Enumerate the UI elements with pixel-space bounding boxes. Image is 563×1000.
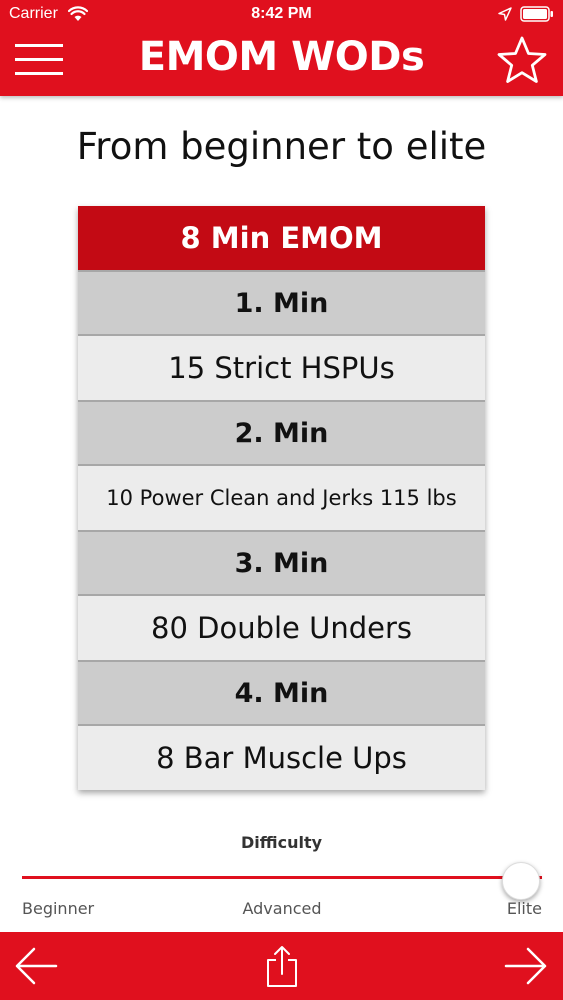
exercise-row: 15 Strict HSPUs xyxy=(78,334,485,400)
star-icon[interactable] xyxy=(496,35,548,87)
bottom-toolbar xyxy=(0,932,563,1000)
slider-track[interactable] xyxy=(22,876,542,879)
workout-title: 8 Min EMOM xyxy=(78,206,485,270)
arrow-left-icon[interactable] xyxy=(14,946,58,986)
slider-thumb[interactable] xyxy=(502,862,541,900)
level-label-beginner: Beginner xyxy=(22,899,95,918)
workout-card: 8 Min EMOM 1. Min 15 Strict HSPUs 2. Min… xyxy=(78,206,485,790)
exercise-row: 10 Power Clean and Jerks 115 lbs xyxy=(78,464,485,530)
location-arrow-icon xyxy=(498,7,512,21)
minute-row: 4. Min xyxy=(78,660,485,724)
app-screen: Carrier 8:42 PM EMOM WODs From beginner … xyxy=(0,0,563,1000)
level-label-elite: Elite xyxy=(506,899,542,918)
status-bar: Carrier 8:42 PM xyxy=(0,0,563,30)
difficulty-label: Difficulty xyxy=(240,833,323,852)
arrow-right-icon[interactable] xyxy=(504,946,548,986)
exercise-row: 8 Bar Muscle Ups xyxy=(78,724,485,790)
top-navigation-bar: Carrier 8:42 PM EMOM WODs xyxy=(0,0,563,96)
level-label-advanced: Advanced xyxy=(242,899,322,918)
minute-row: 3. Min xyxy=(78,530,485,594)
page-subtitle: From beginner to elite xyxy=(76,125,487,168)
minute-row: 1. Min xyxy=(78,270,485,334)
difficulty-slider[interactable] xyxy=(22,862,542,900)
battery-icon xyxy=(520,6,553,22)
minute-row: 2. Min xyxy=(78,400,485,464)
app-title: EMOM WODs xyxy=(138,34,425,80)
status-time: 8:42 PM xyxy=(251,5,312,22)
share-icon[interactable] xyxy=(265,944,299,988)
exercise-row: 80 Double Unders xyxy=(78,594,485,660)
